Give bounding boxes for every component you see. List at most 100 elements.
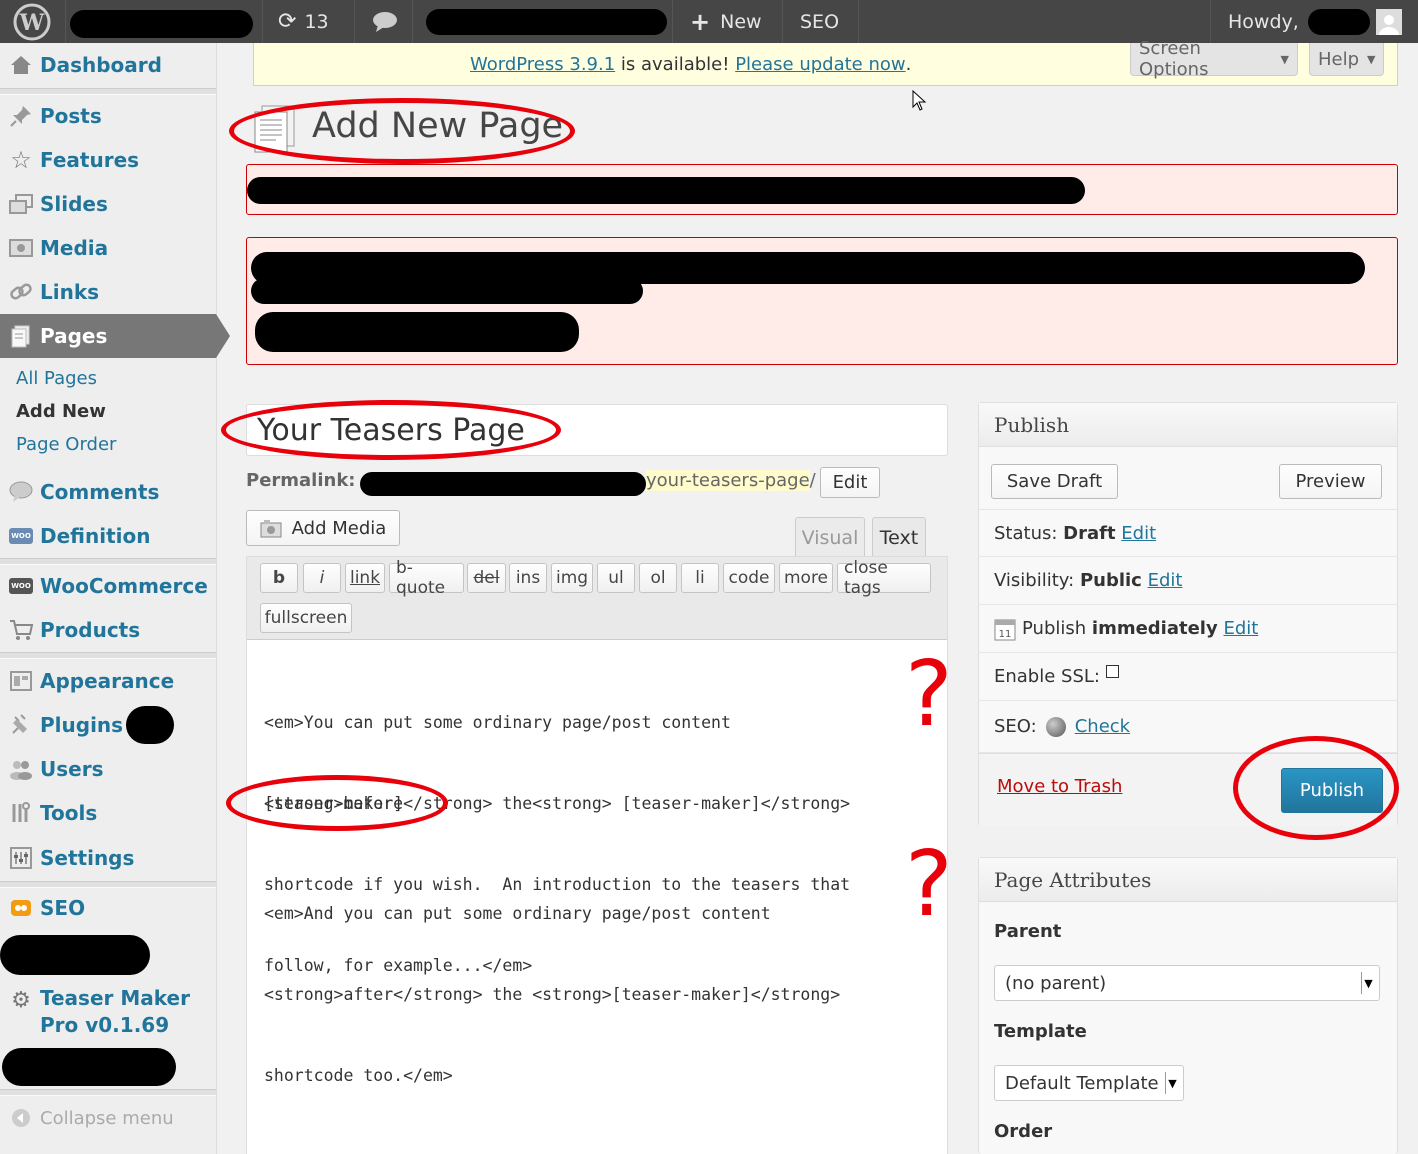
howdy-text[interactable]: Howdy, — [1228, 0, 1299, 43]
select-arrow-icon: ▼ — [1165, 1072, 1179, 1094]
submenu-add-new[interactable]: Add New — [16, 401, 106, 422]
menu-definition[interactable]: WOO Definition — [0, 514, 216, 558]
menu-dashboard[interactable]: Dashboard — [0, 43, 216, 87]
svg-text:11: 11 — [999, 629, 1012, 640]
qt-close-tags-button[interactable]: close tags — [837, 558, 931, 598]
menu-comments[interactable]: Comments — [0, 470, 216, 514]
updates-count: 13 — [304, 10, 329, 33]
permalink-slug[interactable]: your-teasers-page/ — [646, 470, 816, 491]
publish-date-edit-link[interactable]: Edit — [1223, 618, 1258, 639]
add-media-label: Add Media — [291, 517, 387, 539]
redacted-error-text — [247, 177, 1085, 204]
qt-del-button[interactable]: del — [467, 563, 506, 593]
qt-ol-button[interactable]: ol — [639, 563, 677, 593]
menu-plugins[interactable]: Plugins — [0, 703, 216, 747]
woo-icon: WOO — [8, 523, 34, 549]
seo-plugin-icon — [8, 895, 34, 921]
redacted-error-text — [255, 312, 579, 352]
help-label: Help — [1318, 48, 1360, 70]
menu-pages[interactable]: Pages — [0, 314, 230, 358]
admin-bar: W ⟳ 13 + New SEO Howdy, — [0, 0, 1418, 43]
menu-slides[interactable]: Slides — [0, 182, 216, 226]
menu-teaser-maker[interactable]: ⚙ Teaser Maker Pro v0.1.69 — [0, 983, 216, 1043]
seo-admin-link[interactable]: SEO — [800, 0, 839, 43]
menu-label: Features — [40, 148, 140, 172]
qt-bquote-button[interactable]: b-quote — [389, 558, 464, 598]
menu-appearance[interactable]: Appearance — [0, 659, 216, 703]
comment-bubble-icon — [8, 479, 34, 505]
tab-text[interactable]: Text — [872, 517, 926, 557]
text-editor: b i link b-quote del ins img ul ol li co… — [246, 556, 948, 1154]
title-field-wrap — [246, 404, 948, 456]
wordpress-version-link[interactable]: WordPress 3.9.1 — [470, 54, 615, 75]
permalink-edit-button[interactable]: Edit — [820, 467, 880, 498]
submenu-page-order[interactable]: Page Order — [16, 434, 116, 455]
editor-paragraph-2[interactable]: <em>And you can put some ordinary page/p… — [264, 846, 840, 1143]
qt-bold-button[interactable]: b — [260, 563, 298, 593]
menu-posts[interactable]: Posts — [0, 94, 216, 138]
qt-img-button[interactable]: img — [551, 563, 593, 593]
ssl-checkbox[interactable] — [1105, 665, 1119, 678]
menu-users[interactable]: Users — [0, 747, 216, 791]
menu-settings[interactable]: Settings — [0, 836, 216, 880]
pushpin-icon — [8, 103, 34, 129]
user-avatar[interactable] — [1376, 0, 1402, 43]
qt-more-button[interactable]: more — [779, 563, 833, 593]
menu-seo[interactable]: SEO — [0, 886, 216, 930]
calendar-icon: 11 — [994, 617, 1016, 641]
qt-link-button[interactable]: link — [345, 563, 385, 593]
media-icon — [8, 235, 34, 261]
editor-shortcode[interactable]: [teaser-maker] — [264, 790, 403, 817]
menu-label: WooCommerce — [40, 574, 208, 598]
help-button[interactable]: Help ▼ — [1309, 43, 1384, 76]
menu-media[interactable]: Media — [0, 226, 216, 270]
add-media-button[interactable]: Add Media — [246, 510, 400, 546]
menu-label: Slides — [40, 192, 108, 216]
template-select[interactable]: Default Template ▼ — [994, 1065, 1184, 1101]
menu-woocommerce[interactable]: WOO WooCommerce — [0, 564, 216, 608]
publish-button[interactable]: Publish — [1281, 768, 1383, 813]
notice-end: . — [905, 53, 912, 75]
qt-fullscreen-button[interactable]: fullscreen — [260, 603, 352, 633]
qt-ul-button[interactable]: ul — [597, 563, 635, 593]
error-notice — [246, 237, 1398, 365]
visibility-edit-link[interactable]: Edit — [1148, 570, 1183, 591]
new-label: New — [720, 10, 762, 33]
qt-code-button[interactable]: code — [723, 563, 775, 593]
tab-visual[interactable]: Visual — [795, 517, 865, 557]
qt-ins-button[interactable]: ins — [509, 563, 547, 593]
wordpress-logo-icon[interactable]: W — [12, 0, 52, 43]
move-to-trash-link[interactable]: Move to Trash — [997, 776, 1122, 797]
mouse-cursor-icon — [912, 90, 927, 111]
menu-links[interactable]: Links — [0, 270, 216, 314]
qt-li-button[interactable]: li — [681, 563, 719, 593]
save-draft-button[interactable]: Save Draft — [991, 464, 1118, 499]
select-arrow-icon: ▼ — [1361, 972, 1375, 994]
submenu-all-pages[interactable]: All Pages — [16, 368, 97, 389]
status-edit-link[interactable]: Edit — [1121, 523, 1156, 544]
chain-link-icon — [8, 279, 34, 305]
redacted-plugins-badge — [126, 706, 174, 744]
preview-button[interactable]: Preview — [1279, 464, 1382, 499]
gear-icon: ⚙ — [11, 987, 31, 1013]
comments-bubble-icon[interactable] — [372, 0, 398, 43]
menu-tools[interactable]: Tools — [0, 791, 216, 835]
permalink-slug-text: your-teasers-page — [646, 470, 810, 491]
menu-label: Plugins — [40, 713, 124, 737]
parent-select[interactable]: (no parent) ▼ — [994, 965, 1380, 1001]
ssl-label: Enable SSL: — [994, 666, 1100, 687]
update-now-link[interactable]: Please update now — [735, 54, 905, 75]
menu-products[interactable]: Products — [0, 608, 216, 652]
collapse-menu-button[interactable]: Collapse menu — [0, 1096, 216, 1140]
updates-button[interactable]: ⟳ 13 — [278, 0, 329, 43]
menu-features[interactable]: ☆ Features — [0, 138, 216, 182]
new-content-button[interactable]: + New — [690, 0, 762, 43]
qt-italic-button[interactable]: i — [303, 563, 341, 593]
permalink-trail: / — [809, 470, 816, 491]
star-icon: ☆ — [10, 146, 32, 174]
seo-check-link[interactable]: Check — [1075, 716, 1130, 737]
post-title-input[interactable] — [257, 405, 937, 455]
slides-icon — [8, 191, 34, 217]
screen-options-button[interactable]: Screen Options ▼ — [1130, 38, 1298, 80]
menu-label: Posts — [40, 104, 102, 128]
